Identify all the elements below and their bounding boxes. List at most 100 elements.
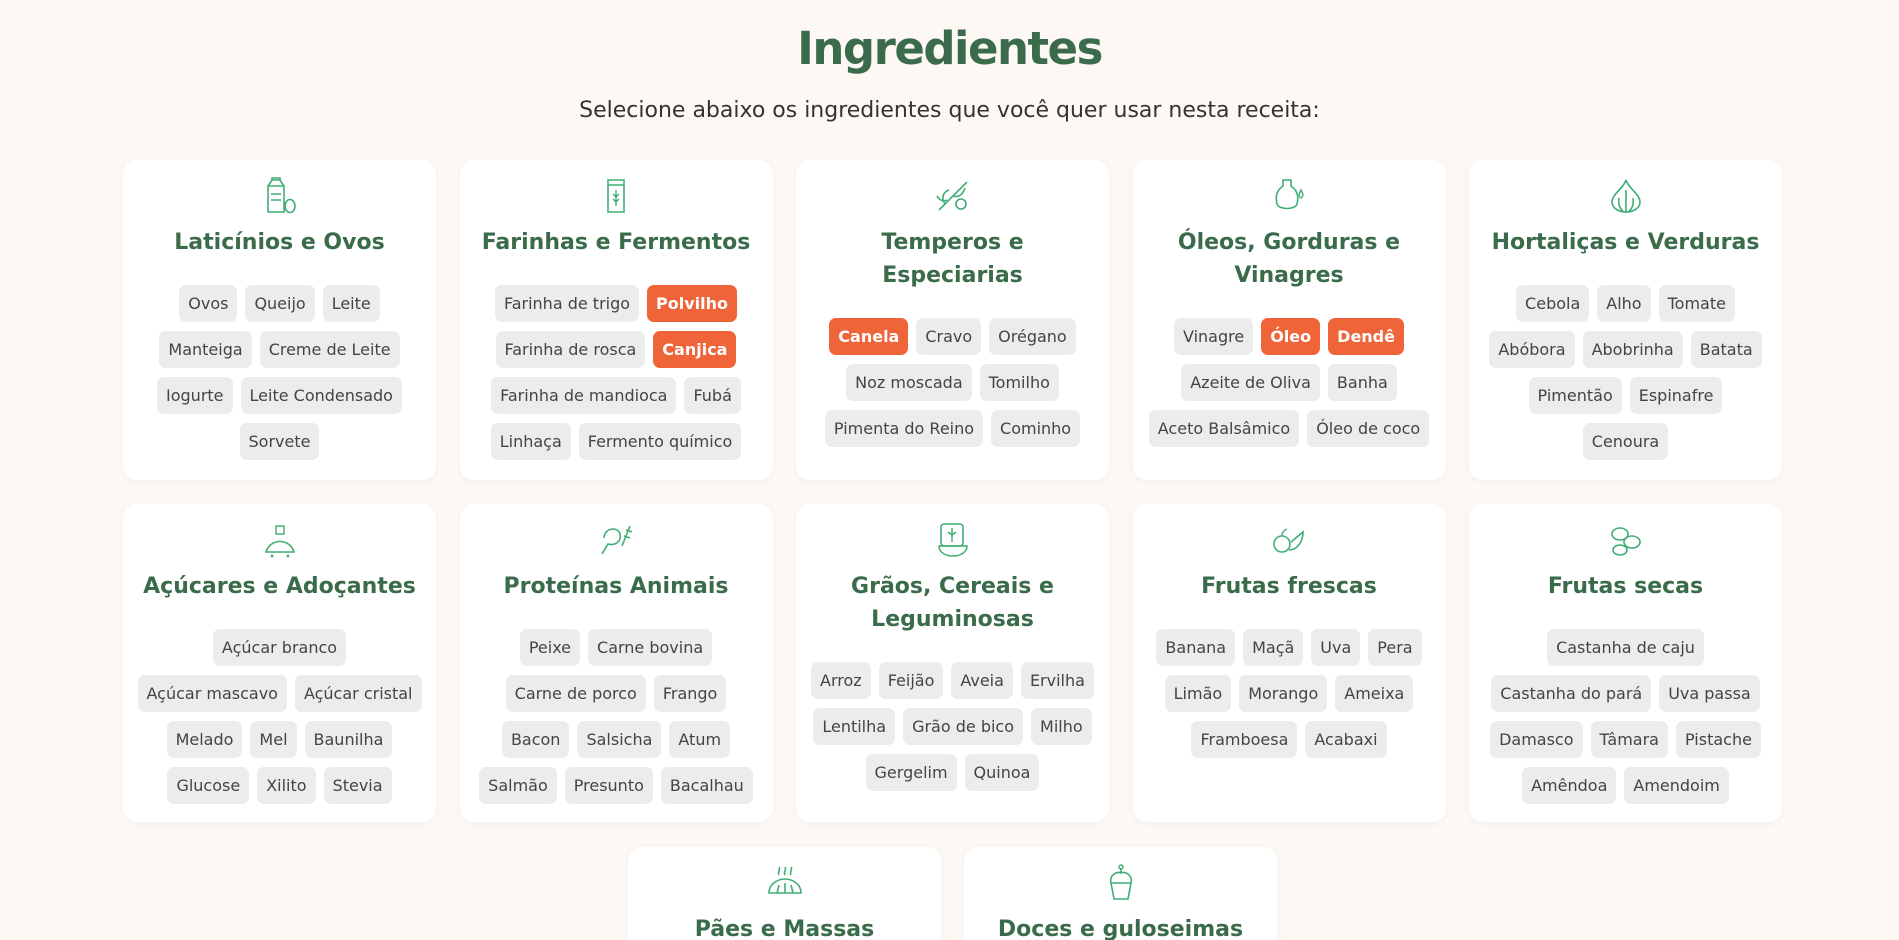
category-title: Óleos, Gorduras e Vinagres	[1177, 230, 1401, 288]
ingredient-chip-ervilha[interactable]: Ervilha	[1020, 662, 1094, 699]
ingredient-chip-frango[interactable]: Frango	[653, 675, 727, 712]
ingredient-chip-fermento-quimico[interactable]: Fermento químico	[578, 423, 742, 460]
ingredient-chip-feijao[interactable]: Feijão	[878, 662, 944, 699]
ingredient-chip-morango[interactable]: Morango	[1239, 675, 1328, 712]
ingredient-chip-gergelim[interactable]: Gergelim	[865, 754, 957, 791]
ingredient-chip-cenoura[interactable]: Cenoura	[1582, 423, 1669, 460]
ingredient-chip-uva[interactable]: Uva	[1311, 629, 1361, 666]
ingredient-chip-aceto-balsamico[interactable]: Aceto Balsâmico	[1148, 410, 1300, 447]
ingredient-chip-peixe[interactable]: Peixe	[519, 629, 581, 666]
ingredient-chip-farinha-de-mandioca[interactable]: Farinha de mandioca	[491, 377, 677, 414]
ingredient-chip-queijo[interactable]: Queijo	[245, 285, 315, 322]
ingredient-chip-tamara[interactable]: Tâmara	[1590, 721, 1668, 758]
ingredient-chip-tomilho[interactable]: Tomilho	[979, 364, 1059, 401]
ingredient-chip-acabaxi[interactable]: Acabaxi	[1305, 721, 1387, 758]
ingredient-chip-acucar-cristal[interactable]: Açúcar cristal	[294, 675, 422, 712]
bread-icon	[767, 866, 802, 894]
ingredient-chip-grao-de-bico[interactable]: Grão de bico	[903, 708, 1024, 745]
category-title: Frutas secas	[1547, 574, 1704, 599]
ingredient-chip-farinha-de-trigo[interactable]: Farinha de trigo	[494, 285, 640, 322]
ingredient-chip-azeite-de-oliva[interactable]: Azeite de Oliva	[1181, 364, 1320, 401]
ingredient-chip-cebola[interactable]: Cebola	[1516, 285, 1590, 322]
ingredient-chip-amendoa[interactable]: Amêndoa	[1522, 767, 1617, 804]
ingredient-chip-salmao[interactable]: Salmão	[479, 767, 557, 804]
ingredient-chip-baunilha[interactable]: Baunilha	[304, 721, 393, 758]
ingredient-chip-farinha-de-rosca[interactable]: Farinha de rosca	[495, 331, 646, 368]
ingredient-chip-bacalhau[interactable]: Bacalhau	[660, 767, 753, 804]
ingredient-chip-alho[interactable]: Alho	[1597, 285, 1651, 322]
ingredient-chip-stevia[interactable]: Stevia	[323, 767, 392, 804]
ingredient-chip-linhaca[interactable]: Linhaça	[490, 423, 571, 460]
page-title: Ingredientes	[797, 22, 1103, 75]
ingredient-chip-oregano[interactable]: Orégano	[989, 318, 1076, 355]
ingredient-chip-acucar-branco[interactable]: Açúcar branco	[212, 629, 347, 666]
ingredient-chip-mel[interactable]: Mel	[250, 721, 297, 758]
ingredient-chip-castanha-de-caju[interactable]: Castanha de caju	[1547, 629, 1704, 666]
ingredient-chip-carne-de-porco[interactable]: Carne de porco	[505, 675, 646, 712]
ingredient-chip-pimentao[interactable]: Pimentão	[1528, 377, 1622, 414]
ingredient-chip-canjica[interactable]: Canjica	[653, 331, 737, 368]
ingredient-chip-salsicha[interactable]: Salsicha	[577, 721, 662, 758]
ingredient-chip-creme-de-leite[interactable]: Creme de Leite	[259, 331, 400, 368]
ingredient-chip-canela[interactable]: Canela	[829, 318, 909, 355]
ingredient-chip-castanha-do-para[interactable]: Castanha do pará	[1491, 675, 1652, 712]
ingredient-chip-banana[interactable]: Banana	[1156, 629, 1236, 666]
ingredient-chip-abobrinha[interactable]: Abobrinha	[1582, 331, 1683, 368]
ingredient-chip-ameixa[interactable]: Ameixa	[1335, 675, 1414, 712]
ingredient-chip-oleo-de-coco[interactable]: Óleo de coco	[1307, 410, 1430, 447]
ingredient-chip-pistache[interactable]: Pistache	[1675, 721, 1761, 758]
ingredient-chip-cravo[interactable]: Cravo	[916, 318, 982, 355]
ingredient-chip-bacon[interactable]: Bacon	[501, 721, 570, 758]
ingredient-chip-atum[interactable]: Atum	[669, 721, 731, 758]
ingredient-chip-damasco[interactable]: Damasco	[1490, 721, 1583, 758]
category-card-frutas-frescas: Frutas frescas Banana Maçã Uva Pera Limão Mora…	[1132, 504, 1446, 822]
ingredient-chip-vinagre[interactable]: Vinagre	[1174, 318, 1254, 355]
ingredient-chip-lentilha[interactable]: Lentilha	[813, 708, 896, 745]
ingredient-chip-aveia[interactable]: Aveia	[951, 662, 1013, 699]
ingredient-chip-arroz[interactable]: Arroz	[811, 662, 871, 699]
ingredient-chip-presunto[interactable]: Presunto	[564, 767, 653, 804]
ingredient-list: Cebola Alho Tomate Abóbora Abobrinha Batata Pi…	[1479, 285, 1772, 460]
ingredient-chip-melado[interactable]: Melado	[166, 721, 243, 758]
ingredient-chip-acucar-mascavo[interactable]: Açúcar mascavo	[137, 675, 287, 712]
ingredient-chip-cominho[interactable]: Cominho	[991, 410, 1081, 447]
ingredient-chip-quinoa[interactable]: Quinoa	[964, 754, 1040, 791]
ingredient-list: Vinagre Óleo Dendê Azeite de Oliva Banha Acet…	[1143, 318, 1436, 447]
page-subtitle: Selecione abaixo os ingredientes que voc…	[579, 98, 1320, 123]
ingredient-chip-iogurte[interactable]: Iogurte	[157, 377, 233, 414]
ingredient-chip-uva-passa[interactable]: Uva passa	[1659, 675, 1760, 712]
ingredient-chip-glucose[interactable]: Glucose	[167, 767, 250, 804]
herbs-icon	[935, 181, 968, 211]
ingredient-chip-xilito[interactable]: Xilito	[257, 767, 316, 804]
category-title: Farinhas e Fermentos	[481, 230, 751, 255]
category-card-paes-e-massas: Pães e Massas	[628, 847, 941, 940]
ingredient-chip-amendoim[interactable]: Amendoim	[1624, 767, 1729, 804]
category-card-graos-cereais-e-leguminosas: Grãos, Cereais e Leguminosas Arroz Feijão A…	[796, 504, 1109, 822]
category-card-hortalicas-e-verduras: Hortaliças e Verduras Cebola Alho Tomate Abó…	[1469, 160, 1782, 480]
ingredient-chip-leite[interactable]: Leite	[322, 285, 380, 322]
ingredient-chip-pimenta-do-reino[interactable]: Pimenta do Reino	[824, 410, 984, 447]
ingredient-chip-noz-moscada[interactable]: Noz moscada	[846, 364, 972, 401]
ingredient-chip-framboesa[interactable]: Framboesa	[1191, 721, 1298, 758]
ingredient-chip-banha[interactable]: Banha	[1327, 364, 1397, 401]
ingredient-list: Castanha de caju Castanha do pará Uva pass…	[1479, 629, 1772, 804]
ingredient-chip-polvilho[interactable]: Polvilho	[647, 285, 738, 322]
ingredient-list: Farinha de trigo Polvilho Farinha de rosca…	[470, 285, 763, 460]
garlic-icon	[1610, 179, 1641, 213]
ingredient-chip-dende[interactable]: Dendê	[1328, 318, 1404, 355]
ingredient-chip-milho[interactable]: Milho	[1031, 708, 1092, 745]
ingredient-chip-limao[interactable]: Limão	[1164, 675, 1232, 712]
ingredient-chip-tomate[interactable]: Tomate	[1658, 285, 1735, 322]
ingredient-chip-maca[interactable]: Maçã	[1243, 629, 1304, 666]
ingredient-chip-manteiga[interactable]: Manteiga	[159, 331, 252, 368]
ingredient-chip-sorvete[interactable]: Sorvete	[239, 423, 320, 460]
ingredient-chip-carne-bovina[interactable]: Carne bovina	[588, 629, 713, 666]
ingredient-chip-espinafre[interactable]: Espinafre	[1629, 377, 1723, 414]
ingredient-chip-leite-condensado[interactable]: Leite Condensado	[240, 377, 402, 414]
ingredient-chip-batata[interactable]: Batata	[1690, 331, 1762, 368]
ingredient-chip-ovos[interactable]: Ovos	[179, 285, 238, 322]
ingredient-chip-abobora[interactable]: Abóbora	[1489, 331, 1575, 368]
ingredient-chip-oleo[interactable]: Óleo	[1261, 318, 1321, 355]
ingredient-chip-fuba[interactable]: Fubá	[684, 377, 741, 414]
ingredient-chip-pera[interactable]: Pera	[1368, 629, 1422, 666]
